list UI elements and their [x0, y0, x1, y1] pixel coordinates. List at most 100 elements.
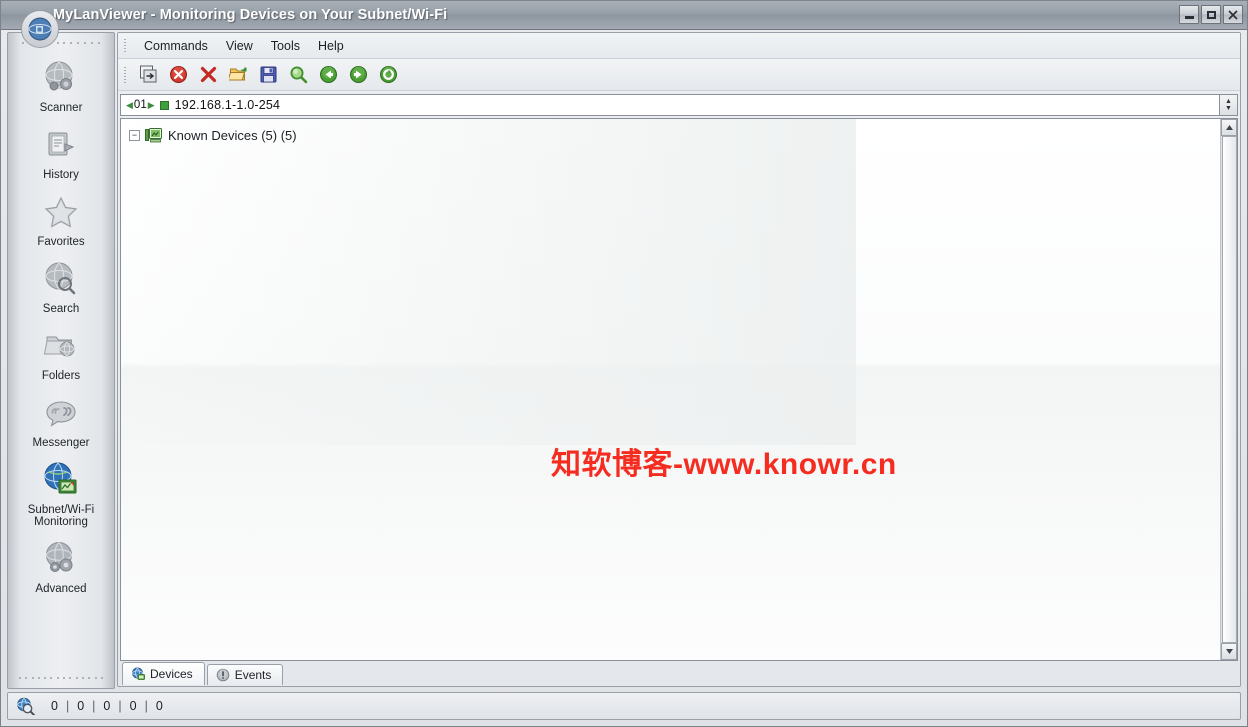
menu-grip-handle[interactable] [122, 38, 129, 54]
toolbar [118, 59, 1240, 91]
toolbar-open-button[interactable] [223, 62, 253, 88]
back-icon [319, 66, 337, 83]
tab-events[interactable]: Events [206, 664, 284, 685]
watermark-text: 知软博客-www.knowr.cn [551, 448, 897, 481]
scroll-up-button[interactable] [1221, 119, 1237, 136]
status-count-2: 0 [77, 699, 85, 713]
status-count-1: 0 [51, 699, 58, 713]
sidebar-item-folders[interactable]: Folders [9, 319, 113, 386]
toolbar-find-button[interactable] [283, 62, 313, 88]
sidebar-item-label: Search [42, 303, 80, 315]
vertical-scrollbar[interactable] [1220, 119, 1237, 660]
main-panel: Commands View Tools Help ◀ 01 ▶ 192.168.… [117, 32, 1241, 687]
sidebar-item-favorites[interactable]: Favorites [9, 185, 113, 252]
sidebar-grip-bottom[interactable] [19, 674, 103, 682]
device-tree-panel: − Known Devices (5) (5) 知软博客-www.knowr.c… [120, 118, 1238, 661]
range-index: 01 [133, 99, 147, 111]
chevron-down-icon [1225, 649, 1233, 654]
sidebar-item-advanced[interactable]: Advanced [9, 532, 113, 599]
sidebar-item-label: Favorites [37, 236, 85, 248]
toolbar-delete-button[interactable] [193, 62, 223, 88]
history-document-icon [40, 124, 82, 166]
scrollbar-thumb[interactable] [1222, 136, 1237, 643]
app-logo-icon [28, 17, 52, 41]
sidebar: Scanner History Favorites Search Folders… [7, 32, 115, 689]
range-prev-arrow-icon[interactable]: ◀ [125, 100, 134, 111]
known-devices-icon [145, 127, 162, 143]
status-count-5: 0 [155, 699, 163, 713]
sidebar-item-label: Scanner [39, 102, 83, 114]
sidebar-item-label: Folders [41, 370, 81, 382]
menu-item-commands[interactable]: Commands [135, 36, 217, 56]
globe-search-icon [40, 258, 82, 300]
range-spin-up-icon[interactable]: ▲ [1225, 98, 1232, 105]
exclamation-circle-icon [216, 668, 230, 682]
menu-item-tools[interactable]: Tools [262, 36, 309, 56]
app-logo [21, 10, 59, 48]
sidebar-item-search[interactable]: Search [9, 252, 113, 319]
maximize-button[interactable] [1201, 5, 1221, 24]
close-button[interactable] [1223, 5, 1243, 24]
menu-item-help[interactable]: Help [309, 36, 353, 56]
close-icon [1228, 9, 1238, 20]
sidebar-item-label: Messenger [32, 437, 90, 449]
tab-label: Events [234, 668, 272, 682]
globe-magnifier-icon [16, 697, 35, 715]
range-value: 192.168.1-1.0-254 [174, 98, 281, 112]
range-spin-down-icon[interactable]: ▼ [1225, 105, 1232, 112]
scroll-down-button[interactable] [1221, 643, 1237, 660]
tree-collapse-toggle[interactable]: − [129, 129, 140, 141]
bottom-tab-bar: Devices Events [118, 661, 1240, 685]
title-bar: MyLanViewer - Monitoring Devices on Your… [1, 1, 1247, 30]
sidebar-item-label: Advanced [35, 583, 87, 595]
tree-root-label: Known Devices (5) (5) [168, 127, 297, 143]
toolbar-save-button[interactable] [253, 62, 283, 88]
refresh-icon [379, 66, 397, 83]
forward-icon [349, 66, 367, 83]
speech-bubble-icon [40, 392, 82, 434]
folder-globe-icon [40, 325, 82, 367]
toolbar-new-scan-button[interactable] [133, 62, 163, 88]
status-bar: 0 | 0 | 0 | 0 | 0 [7, 692, 1241, 720]
window-title: MyLanViewer - Monitoring Devices on Your… [53, 7, 448, 23]
status-count-3: 0 [103, 699, 111, 713]
sidebar-item-history[interactable]: History [9, 118, 113, 185]
toolbar-forward-button[interactable] [343, 62, 373, 88]
scan-range-field[interactable]: ◀ 01 ▶ 192.168.1-1.0-254 [120, 94, 1219, 116]
sidebar-item-subnet-wifi-monitoring[interactable]: Subnet/Wi-Fi Monitoring [9, 453, 113, 532]
menu-bar: Commands View Tools Help [118, 33, 1240, 59]
sidebar-item-scanner[interactable]: Scanner [9, 51, 113, 118]
device-tree[interactable]: − Known Devices (5) (5) 知软博客-www.knowr.c… [121, 119, 1220, 660]
sidebar-item-messenger[interactable]: Messenger [9, 386, 113, 453]
range-spinner[interactable]: ▲ ▼ [1219, 94, 1238, 116]
save-icon [260, 66, 276, 83]
range-status-square-icon [159, 100, 169, 110]
open-folder-icon [228, 67, 246, 81]
tree-row[interactable]: − Known Devices (5) (5) [121, 125, 1220, 145]
stop-icon [169, 66, 187, 83]
scrollbar-track[interactable] [1221, 136, 1237, 643]
globe-scanner-icon [40, 57, 82, 99]
toolbar-grip-handle[interactable] [122, 65, 129, 85]
application-window: MyLanViewer - Monitoring Devices on Your… [0, 0, 1248, 727]
new-scan-icon [139, 65, 156, 83]
toolbar-stop-button[interactable] [163, 62, 193, 88]
window-controls [1179, 5, 1243, 24]
toolbar-back-button[interactable] [313, 62, 343, 88]
find-icon [290, 66, 307, 84]
globe-gear-icon [40, 538, 82, 580]
star-icon [40, 191, 82, 233]
menu-item-view[interactable]: View [217, 36, 262, 56]
tab-devices[interactable]: Devices [122, 662, 205, 685]
scan-range-bar: ◀ 01 ▶ 192.168.1-1.0-254 ▲ ▼ [120, 94, 1238, 116]
range-next-arrow-icon[interactable]: ▶ [147, 100, 156, 111]
globe-monitor-icon [40, 459, 82, 501]
chevron-up-icon [1225, 125, 1233, 130]
delete-icon [200, 66, 216, 83]
status-count-4: 0 [129, 699, 137, 713]
toolbar-refresh-button[interactable] [373, 62, 403, 88]
tab-label: Devices [150, 667, 193, 681]
sidebar-item-label: History [43, 169, 79, 181]
minimize-button[interactable] [1179, 5, 1199, 24]
sidebar-item-label: Subnet/Wi-Fi Monitoring [27, 504, 95, 528]
